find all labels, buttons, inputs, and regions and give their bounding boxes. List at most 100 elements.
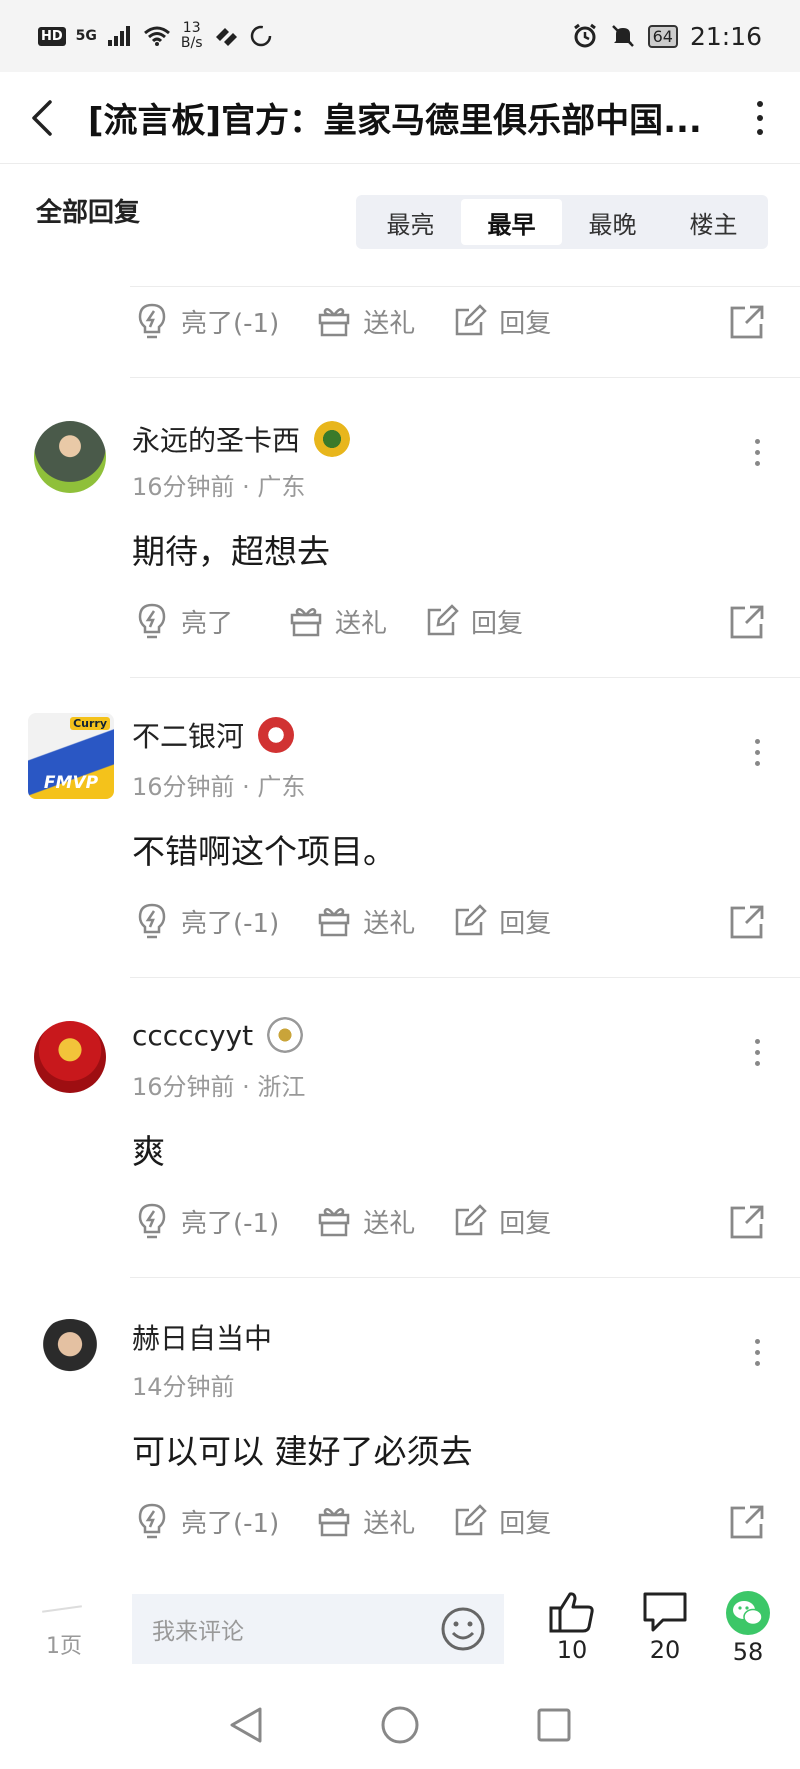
status-left: HD 5G 13 B/s — [38, 21, 273, 51]
share-icon — [730, 605, 764, 639]
comment-input[interactable]: 我来评论 — [132, 1594, 504, 1664]
share-button[interactable] — [729, 604, 765, 644]
network-type: HD — [38, 26, 66, 46]
comment-more-button[interactable] — [755, 1039, 760, 1066]
gift-button[interactable]: 送礼 — [317, 303, 415, 340]
comment-placeholder: 我来评论 — [152, 1619, 244, 1645]
gift-label: 送礼 — [363, 1208, 416, 1239]
gift-icon — [318, 307, 350, 337]
comment-more-button[interactable] — [755, 439, 760, 466]
avatar[interactable] — [34, 1021, 106, 1093]
gift-button[interactable]: 送礼 — [317, 1503, 415, 1540]
gift-button[interactable]: 送礼 — [289, 603, 387, 640]
reply-button[interactable]: 回复 — [453, 903, 551, 940]
like-label: 亮了 — [181, 608, 234, 639]
gift-label: 送礼 — [363, 908, 416, 939]
share-button[interactable] — [729, 1204, 765, 1244]
more-dot — [755, 1039, 760, 1044]
more-dot — [755, 450, 760, 455]
comment-item: 赫日自当中 14分钟前 可以可以 建好了必须去 亮了(-1) 送礼 回复 — [0, 1277, 800, 1577]
gift-icon — [318, 1207, 350, 1237]
share-button[interactable] — [729, 904, 765, 944]
comment-item: cccccyyt 16分钟前 · 浙江 爽 亮了(-1) 送礼 回复 — [0, 977, 800, 1277]
tab-op-only[interactable]: 楼主 — [663, 199, 764, 245]
share-icon — [730, 905, 764, 939]
avatar[interactable] — [34, 1319, 106, 1391]
all-replies-label: 全部回复 — [36, 197, 141, 228]
action-row: 亮了(-1) 送礼 回复 — [135, 896, 765, 946]
lightbulb-icon — [138, 1203, 166, 1239]
comment-username[interactable]: cccccyyt — [132, 1017, 304, 1053]
like-button[interactable]: 亮了 — [135, 602, 233, 640]
avatar[interactable]: Curry FMVP — [28, 713, 114, 799]
like-label: 亮了(-1) — [181, 908, 280, 939]
username-text: 赫日自当中 — [132, 1322, 273, 1355]
action-row: 亮了(-1) 送礼 回复 — [135, 296, 765, 346]
share-button[interactable] — [729, 304, 765, 344]
more-dot — [755, 1050, 760, 1055]
share-icon — [730, 305, 764, 339]
signal-icon — [107, 26, 130, 46]
more-dot — [755, 1061, 760, 1066]
comment-username[interactable]: 赫日自当中 — [132, 1317, 272, 1357]
more-dot — [757, 114, 763, 121]
reply-button[interactable]: 回复 — [453, 1203, 551, 1240]
gift-icon — [318, 907, 350, 937]
user-badge-icon — [258, 717, 295, 753]
sort-tabs: 最亮 最早 最晚 楼主 — [356, 195, 768, 249]
mute-icon — [611, 25, 634, 47]
comments-button[interactable]: 20 — [635, 1590, 695, 1664]
reply-label: 回复 — [471, 608, 524, 639]
more-dot — [755, 761, 760, 766]
page-indicator[interactable]: 1页 — [46, 1628, 82, 1660]
lightbulb-icon — [138, 303, 166, 339]
gift-label: 送礼 — [363, 308, 416, 339]
tab-latest[interactable]: 最晚 — [562, 199, 663, 245]
more-dot — [757, 128, 763, 135]
comment-meta: 16分钟前 · 广东 — [132, 773, 306, 801]
like-label: 亮了(-1) — [181, 1508, 280, 1539]
gift-icon — [318, 1507, 350, 1537]
more-options-button[interactable] — [750, 100, 770, 135]
comment-text: 爽 — [132, 1132, 165, 1171]
gift-button[interactable]: 送礼 — [317, 903, 415, 940]
like-button[interactable]: 亮了(-1) — [135, 302, 279, 340]
avatar[interactable] — [34, 421, 106, 493]
share-icon — [730, 1205, 764, 1239]
reply-button[interactable]: 回复 — [453, 303, 551, 340]
back-button[interactable] — [30, 98, 62, 138]
reply-button[interactable]: 回复 — [425, 603, 523, 640]
battery-indicator: 64 — [647, 24, 678, 48]
system-nav-bar — [0, 1680, 800, 1769]
wechat-share-button[interactable]: 58 — [718, 1590, 778, 1666]
share-button[interactable] — [729, 1504, 765, 1544]
action-row: 亮了 送礼 回复 — [135, 596, 765, 646]
like-button[interactable]: 亮了(-1) — [135, 1502, 279, 1540]
reply-button[interactable]: 回复 — [453, 1503, 551, 1540]
avatar-tag: Curry — [70, 717, 110, 730]
comment-meta: 16分钟前 · 广东 — [132, 473, 306, 501]
like-post-button[interactable]: 10 — [542, 1590, 602, 1664]
like-button[interactable]: 亮了(-1) — [135, 1202, 279, 1240]
more-dot — [755, 750, 760, 755]
emoji-icon[interactable] — [440, 1606, 486, 1652]
tab-brightest[interactable]: 最亮 — [360, 199, 461, 245]
gift-button[interactable]: 送礼 — [317, 1203, 415, 1240]
comment-more-button[interactable] — [755, 739, 760, 766]
edit-icon — [455, 304, 488, 336]
tab-earliest[interactable]: 最早 — [461, 199, 562, 245]
nav-back-icon[interactable] — [228, 1705, 264, 1745]
comment-username[interactable]: 永远的圣卡西 — [132, 419, 351, 459]
alarm-icon — [573, 23, 596, 48]
reply-filter-bar: 全部回复 最亮 最早 最晚 楼主 — [0, 164, 800, 286]
comment-username[interactable]: 不二银河 — [132, 715, 295, 755]
edit-icon — [455, 1504, 488, 1536]
like-button[interactable]: 亮了(-1) — [135, 902, 279, 940]
nav-home-icon[interactable] — [380, 1705, 420, 1745]
more-dot — [755, 739, 760, 744]
comment-more-button[interactable] — [755, 1339, 760, 1366]
more-dot — [755, 1339, 760, 1344]
wifi-icon — [143, 26, 170, 46]
comment-text: 可以可以 建好了必须去 — [132, 1432, 473, 1471]
nav-recents-icon[interactable] — [536, 1707, 572, 1743]
